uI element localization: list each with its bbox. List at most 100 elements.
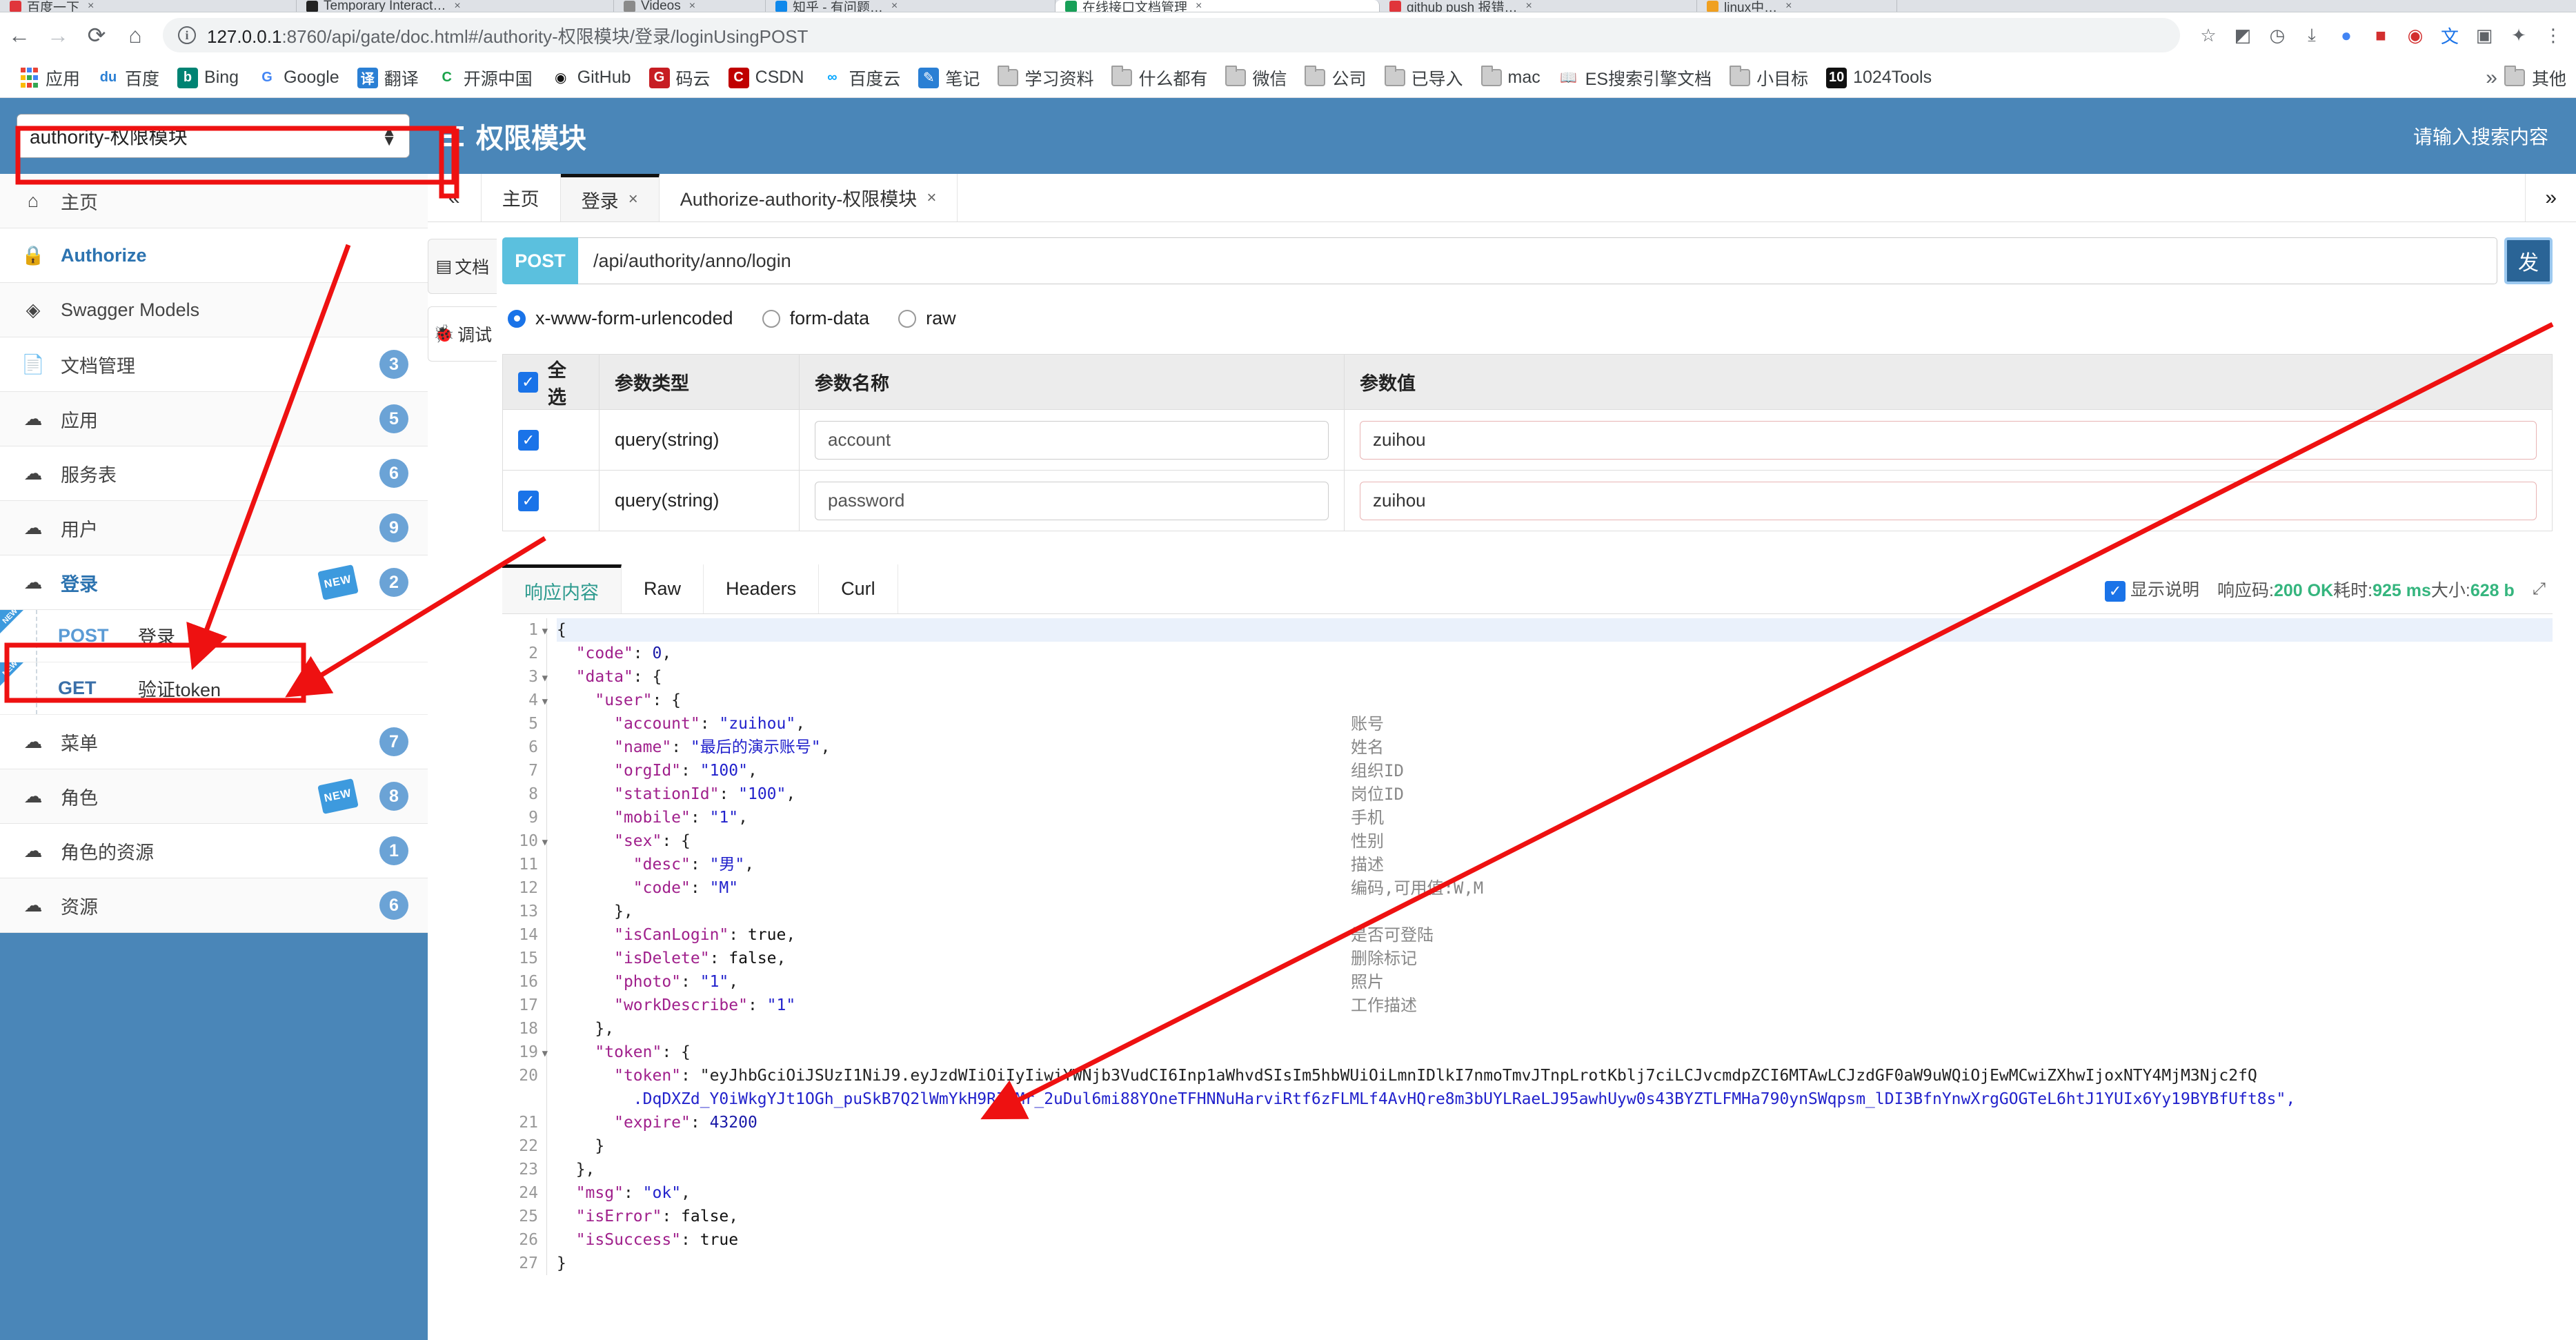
adblock-icon[interactable]: ◉	[2399, 19, 2431, 51]
chevron-right-icon[interactable]: »	[2486, 66, 2497, 90]
sidebar-item-主页[interactable]: ⌂ 主页	[0, 174, 428, 228]
close-icon[interactable]: ×	[1785, 0, 1792, 12]
sidebar-item-Swagger Models[interactable]: ◈ Swagger Models	[0, 283, 428, 337]
sidebar-item-Authorize[interactable]: 🔒 Authorize	[0, 228, 428, 283]
sidebar-operation-post[interactable]: NEW POST 登录	[0, 607, 428, 662]
sidebar-item-文档管理[interactable]: 📄 文档管理 3	[0, 337, 428, 392]
lastpass-icon[interactable]: ■	[2365, 19, 2397, 51]
bookmarks-overflow-area[interactable]: » 其他	[2486, 66, 2566, 90]
close-icon[interactable]: ×	[927, 188, 936, 208]
close-icon[interactable]: ×	[689, 0, 695, 12]
tab-document[interactable]: ▤ 文档	[428, 239, 497, 294]
row-checkbox[interactable]: ✓	[518, 430, 539, 451]
sidebar-item-用户[interactable]: ☁ 用户 9	[0, 501, 428, 555]
close-icon[interactable]: ×	[628, 190, 638, 209]
show-description-label[interactable]: 显示说明	[2130, 580, 2199, 600]
fold-arrow-icon[interactable]: ▼	[542, 831, 548, 854]
browser-tab[interactable]: 知乎 - 有问题… ×	[766, 0, 1056, 12]
browser-tab-strip[interactable]: 百度一下 × Temporary Interact… × Videos × 知乎 - 有问题…	[0, 0, 2576, 12]
profile-icon[interactable]: ●	[2330, 19, 2362, 51]
response-code-viewer[interactable]: 1 ▼ 2 3 ▼ 4 ▼ 5 6 7 8 9 10 ▼ 11 12 13 14 15 16 17 18 19 ▼ 20 21 22…	[502, 614, 2553, 1275]
fold-arrow-icon[interactable]: ▼	[542, 1042, 548, 1065]
sidebar-item-服务表[interactable]: ☁ 服务表 6	[0, 446, 428, 501]
bookmark-item[interactable]: 10 1024Tools	[1817, 62, 1941, 94]
bookmark-item[interactable]: 应用	[10, 62, 89, 94]
sidebar-operation-get[interactable]: NEW GET 验证token	[0, 660, 428, 715]
content-tabs[interactable]: « 主页 登录 × Authorize-authority-权限模块 × »	[428, 174, 2576, 222]
bookmark-item[interactable]: mac	[1472, 62, 1549, 94]
fold-arrow-icon[interactable]: ▼	[542, 690, 548, 713]
content-tab[interactable]: Authorize-authority-权限模块 ×	[660, 174, 958, 221]
back-icon[interactable]: ←	[0, 16, 39, 55]
tabs-expand-button[interactable]: »	[2525, 174, 2576, 221]
radio-label-raw[interactable]: raw	[926, 308, 956, 329]
param-name-input[interactable]: account	[815, 420, 1329, 460]
response-tab[interactable]: Curl	[819, 564, 898, 613]
close-icon[interactable]: ×	[454, 0, 460, 12]
tab-debug[interactable]: 🐞 调试	[428, 306, 497, 362]
bookmark-item[interactable]: 已导入	[1376, 62, 1472, 94]
vertical-tabs[interactable]: ▤ 文档 🐞 调试	[428, 222, 502, 1340]
reload-icon[interactable]: ⟳	[77, 16, 116, 55]
module-select[interactable]: authority-权限模块 ▲ ▼	[17, 114, 410, 158]
menu-icon[interactable]: ⋮	[2537, 19, 2569, 51]
fold-arrow-icon[interactable]: ▼	[542, 620, 548, 643]
radio-raw[interactable]	[898, 309, 917, 328]
bookmark-item[interactable]: 小目标	[1721, 62, 1817, 94]
bookmark-item[interactable]: ✎ 笔记	[909, 62, 989, 94]
bookmark-item[interactable]: ◉ GitHub	[542, 62, 640, 94]
forward-icon[interactable]: →	[39, 16, 77, 55]
sidebar-item-资源[interactable]: ☁ 资源 6	[0, 878, 428, 933]
bookmark-item[interactable]: G 码云	[640, 62, 720, 94]
bookmark-item[interactable]: du 百度	[89, 62, 168, 94]
browser-tab[interactable]: linux中… ×	[1697, 0, 1897, 12]
translate-icon[interactable]: 文	[2434, 19, 2466, 51]
radio-x-www-form-urlencoded[interactable]	[508, 309, 526, 328]
fold-arrow-icon[interactable]: ▼	[542, 667, 548, 690]
puzzle-icon[interactable]: ✦	[2503, 19, 2535, 51]
close-icon[interactable]: ×	[891, 0, 898, 12]
browser-tab[interactable]: 在线接口文档管理 ×	[1056, 0, 1380, 12]
body-type-radios[interactable]: x-www-form-urlencoded form-data raw	[502, 284, 2576, 329]
other-bookmarks-label[interactable]: 其他	[2532, 66, 2566, 90]
radio-form-data[interactable]	[762, 309, 780, 328]
address-bar[interactable]: i 127.0.0.1:8760/api/gate/doc.html#/auth…	[163, 18, 2180, 52]
bookmark-item[interactable]: 学习资料	[989, 62, 1102, 94]
browser-tab[interactable]: Videos ×	[614, 0, 766, 12]
zip-icon[interactable]: ▣	[2468, 19, 2500, 51]
close-icon[interactable]: ×	[88, 0, 94, 12]
bookmark-item[interactable]: b Bing	[168, 62, 248, 94]
param-value-input[interactable]: zuihou	[1360, 420, 2537, 460]
content-tab[interactable]: 登录 ×	[560, 174, 660, 221]
bookmark-item[interactable]: G Google	[248, 62, 348, 94]
sidebar-item-角色[interactable]: ☁ 角色 NEW 8	[0, 769, 428, 824]
close-icon[interactable]: ×	[1196, 0, 1202, 12]
show-description-checkbox[interactable]: ✓	[2105, 580, 2126, 602]
bookmark-item[interactable]: 什么都有	[1102, 62, 1216, 94]
bookmark-item[interactable]: 译翻译	[348, 62, 428, 94]
sidebar[interactable]: ⌂ 主页 🔒 Authorize ◈ Swagger Models 📄 文档管理 3 ☁ 应用 5 ☁ 服…	[0, 174, 428, 1340]
star-icon[interactable]: ☆	[2192, 19, 2224, 51]
row-checkbox[interactable]: ✓	[518, 491, 539, 512]
sidebar-item-角色的资源[interactable]: ☁ 角色的资源 1	[0, 824, 428, 878]
bookmark-item[interactable]: 📖 ES搜索引擎文档	[1549, 62, 1721, 94]
request-url-input[interactable]: /api/authority/anno/login	[578, 237, 2497, 284]
response-tab[interactable]: Raw	[622, 564, 704, 613]
site-info-icon[interactable]: i	[178, 26, 196, 44]
search-input[interactable]: 请输入搜索内容	[2413, 122, 2576, 150]
param-name-input[interactable]: password	[815, 481, 1329, 520]
menu-toggle-icon[interactable]	[440, 126, 464, 146]
sidebar-item-登录[interactable]: ☁ 登录 NEW 2	[0, 555, 428, 610]
history-icon[interactable]: ◷	[2261, 19, 2293, 51]
bookmark-item[interactable]: C 开源中国	[428, 62, 542, 94]
sidebar-collapse-button[interactable]: «	[428, 174, 482, 221]
home-icon[interactable]: ⌂	[116, 16, 155, 55]
send-button[interactable]: 发	[2504, 237, 2553, 284]
extension-icon[interactable]: ◩	[2227, 19, 2259, 51]
bookmark-item[interactable]: 微信	[1216, 62, 1296, 94]
radio-label-form-data[interactable]: form-data	[790, 308, 870, 329]
response-tabs[interactable]: 响应内容 Raw Headers Curl ✓ 显示说明 响应码:200 OK耗时:9…	[502, 564, 2553, 614]
download-icon[interactable]: ⤓	[2296, 19, 2328, 51]
select-all-checkbox[interactable]: ✓	[518, 371, 538, 393]
browser-tab[interactable]: Temporary Interact… ×	[297, 0, 614, 12]
